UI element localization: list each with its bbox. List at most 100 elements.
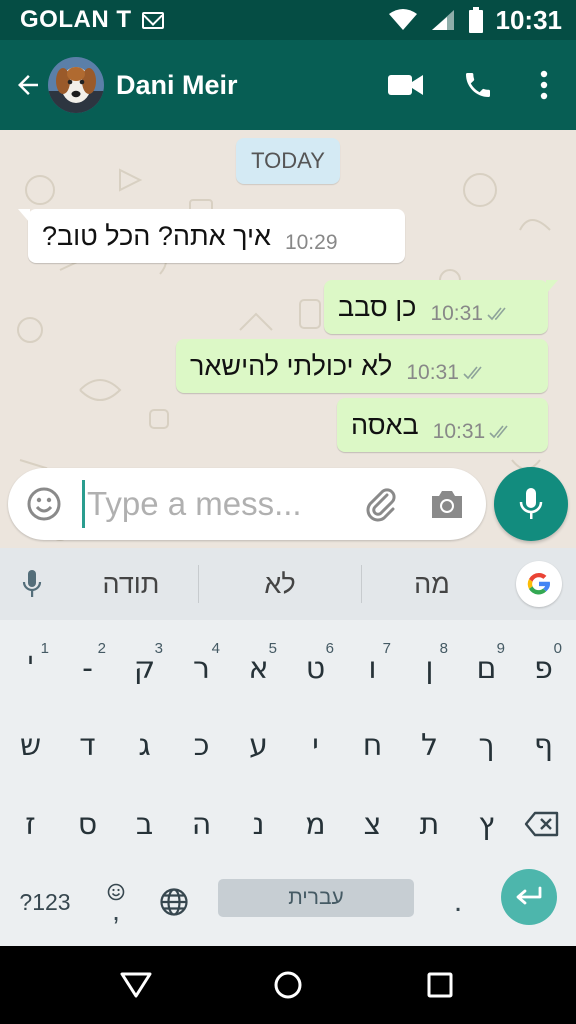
suggestion[interactable]: לא — [199, 548, 361, 620]
message-time: 10:29 — [284, 231, 338, 254]
key[interactable]: ס — [59, 786, 116, 862]
suggestion-strip: תודה לא מה — [0, 548, 576, 620]
key-hint: 6 — [325, 640, 334, 657]
voice-record-button[interactable] — [494, 467, 568, 541]
backspace-key[interactable] — [511, 786, 573, 862]
dog-avatar-image — [48, 57, 104, 113]
key-hint: 0 — [553, 640, 562, 657]
status-indicators: 10:31 — [388, 4, 563, 36]
message-text: באסה — [351, 409, 419, 440]
phone-icon — [466, 73, 490, 97]
key[interactable]: ח — [344, 707, 401, 783]
space-key[interactable]: עברית — [218, 879, 414, 917]
voice-call-button[interactable] — [448, 55, 508, 115]
message-composer — [8, 468, 486, 540]
key[interactable]: ה — [173, 786, 230, 862]
key[interactable]: י — [287, 707, 344, 783]
keyboard: תודה לא מה פ0 ם9 ן8 ו7 ט6 א5 ר4 ק3 -2 ' 1… — [0, 548, 576, 946]
key[interactable]: ק3 — [116, 630, 173, 706]
key-hint: 9 — [496, 640, 505, 657]
arrow-left-icon — [18, 75, 38, 95]
google-search-button[interactable] — [516, 561, 562, 607]
key[interactable]: מ — [287, 786, 344, 862]
key[interactable]: ר4 — [173, 630, 230, 706]
square-recents-icon — [427, 972, 453, 998]
camera-button[interactable] — [419, 476, 475, 532]
language-switch-key[interactable] — [146, 866, 202, 938]
key[interactable]: ג — [116, 707, 173, 783]
message-input[interactable] — [87, 485, 337, 523]
key-hint: 1 — [40, 640, 49, 657]
key[interactable]: ת — [401, 786, 458, 862]
contact-avatar[interactable] — [48, 57, 104, 113]
key[interactable]: נ — [230, 786, 287, 862]
key[interactable]: ד — [59, 707, 116, 783]
key[interactable]: ו7 — [344, 630, 401, 706]
header-actions — [364, 55, 576, 115]
key[interactable]: ש — [2, 707, 59, 783]
key-label: ק — [133, 650, 156, 686]
key-label: - — [82, 650, 93, 686]
contact-name[interactable]: Dani Meir — [116, 70, 238, 101]
key[interactable]: צ — [344, 786, 401, 862]
double-check-icon — [487, 307, 511, 321]
paperclip-icon — [366, 488, 396, 522]
key[interactable]: ם9 — [458, 630, 515, 706]
nav-recents-button[interactable] — [400, 946, 480, 1024]
message-time: 10:31 — [406, 361, 459, 384]
attach-button[interactable] — [353, 476, 409, 532]
key[interactable]: ך — [458, 707, 515, 783]
voice-input-button[interactable] — [0, 548, 64, 620]
key-label: ט — [305, 650, 326, 686]
nav-home-button[interactable] — [248, 946, 328, 1024]
key[interactable]: כ — [173, 707, 230, 783]
suggestion[interactable]: תודה — [64, 548, 198, 620]
emoji-button[interactable] — [14, 474, 74, 534]
key[interactable]: ע — [230, 707, 287, 783]
comma-label: , — [112, 895, 120, 926]
overflow-menu-button[interactable] — [520, 55, 568, 115]
key[interactable]: ץ — [458, 786, 515, 862]
key[interactable]: ז — [2, 786, 59, 862]
carrier-name: GOLAN T — [20, 6, 132, 33]
cell-signal-icon — [431, 10, 454, 30]
outgoing-message[interactable]: לא יכולתי להישאר 10:31 — [176, 339, 548, 393]
text-cursor — [82, 480, 85, 528]
emoji-comma-key[interactable]: , — [86, 866, 146, 938]
key-hint: 3 — [154, 640, 163, 657]
enter-icon — [516, 886, 542, 905]
bubble-tail — [546, 280, 558, 294]
outgoing-message[interactable]: כן סבב 10:31 — [324, 280, 558, 334]
video-call-button[interactable] — [376, 55, 436, 115]
clock: 10:31 — [495, 4, 563, 35]
nav-back-button[interactable] — [96, 946, 176, 1024]
backspace-icon — [524, 811, 559, 837]
key[interactable]: ל — [401, 707, 458, 783]
suggestion[interactable]: מה — [362, 548, 502, 620]
video-camera-icon — [388, 75, 423, 95]
key[interactable]: א5 — [230, 630, 287, 706]
wifi-icon — [388, 9, 417, 30]
key-label: ם — [476, 650, 497, 686]
outgoing-message[interactable]: באסה 10:31 — [337, 398, 548, 452]
back-button[interactable] — [4, 61, 52, 109]
key[interactable]: ף — [515, 707, 572, 783]
incoming-message[interactable]: איך אתה? הכל טוב? 10:29 — [18, 209, 405, 263]
key[interactable]: ב — [116, 786, 173, 862]
message-time: 10:31 — [430, 302, 483, 325]
period-key[interactable]: . — [430, 866, 486, 938]
key[interactable]: ' 1 — [2, 630, 59, 706]
enter-key[interactable] — [501, 869, 557, 925]
key[interactable]: -2 — [59, 630, 116, 706]
globe-icon — [160, 888, 188, 916]
key[interactable]: ן8 — [401, 630, 458, 706]
key[interactable]: פ0 — [515, 630, 572, 706]
key[interactable]: ט6 — [287, 630, 344, 706]
smiley-icon — [27, 487, 61, 521]
more-vert-icon — [540, 70, 548, 100]
triangle-back-icon — [120, 972, 152, 998]
mail-notification-icon — [141, 11, 164, 29]
circle-home-icon — [274, 971, 302, 999]
bubble-tail — [18, 209, 30, 223]
symbols-key[interactable]: ?123 — [8, 866, 82, 938]
